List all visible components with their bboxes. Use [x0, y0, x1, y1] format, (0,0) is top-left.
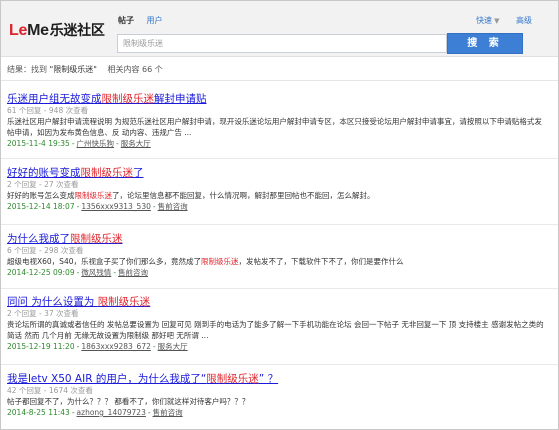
result-author-link[interactable]: 1356xxx9313_530	[81, 202, 151, 211]
quick-search-link[interactable]: 快速 ▼	[462, 16, 499, 25]
result-forum-link[interactable]: 服务大厅	[121, 139, 151, 148]
result-snippet: 好好的账号怎么变成限制级乐迷了，论坛里信息都不能回复，什么情况啊，解封那里回帖也…	[7, 191, 375, 200]
result-stats: 2 个回复 - 27 次查看	[7, 180, 79, 189]
result-author-link[interactable]: azhong_14079723	[77, 408, 146, 417]
result-title-link[interactable]: 乐迷用户组无故变成限制级乐迷解封申请贴	[7, 93, 547, 106]
result-snippet: 乐迷社区用户解封申请流程说明 为规范乐迷社区用户解封申请，现开设乐迷论坛用户解封…	[7, 117, 542, 137]
tab-posts[interactable]: 帖子	[118, 16, 134, 25]
result-meta: 2015-11-4 19:35- 广州快乐狗 - 服务大厅	[7, 139, 151, 148]
summary-count: 相关内容 66 个	[107, 65, 163, 74]
result-forum-link[interactable]: 售前咨询	[118, 268, 148, 277]
search-tabs: 帖子 用户	[118, 15, 173, 26]
result-stats: 42 个回复 - 1674 次查看	[7, 386, 93, 395]
result-meta: 2015-12-19 11:20-1863xxx9283_672- 服务大厅	[7, 342, 188, 351]
result-date: 2014-8-25 11:43	[7, 408, 70, 417]
result-date: 2014-12-25 09:09	[7, 268, 75, 277]
result-forum-link[interactable]: 服务大厅	[158, 342, 188, 351]
result-item: 同问 为什么设置为 限制级乐迷 2 个回复 - 37 次查看 贵论坛所谓的真诚或…	[7, 296, 547, 352]
site-logo[interactable]: LeMe乐迷社区	[9, 21, 105, 40]
divider	[1, 80, 558, 81]
result-stats: 61 个回复 - 948 次查看	[7, 106, 89, 115]
logo-me: Me	[27, 22, 49, 39]
result-meta: 2014-8-25 11:43- azhong_14079723- 售前咨询	[7, 408, 183, 417]
summary-prefix: 结果：找到	[7, 65, 47, 74]
result-forum-link[interactable]: 售前咨询	[158, 202, 188, 211]
result-snippet: 帖子都回复不了，为什么？？？ 都看不了，你们就这样对待客户吗？？？	[7, 397, 250, 406]
result-date: 2015-12-19 11:20	[7, 342, 75, 351]
result-title-link[interactable]: 我是letv X50 AIR 的用户，为什么我成了“限制级乐迷” ？	[7, 373, 547, 386]
result-stats: 2 个回复 - 37 次查看	[7, 309, 79, 318]
divider	[1, 224, 558, 225]
result-snippet: 贵论坛所谓的真诚或者信任的 发帖总要设置为 回复可见 刚到手的电话为了能多了解一…	[7, 320, 544, 340]
divider	[1, 158, 558, 159]
result-item: 好好的账号变成限制级乐迷了 2 个回复 - 27 次查看 好好的账号怎么变成限制…	[7, 167, 547, 212]
result-title-link[interactable]: 好好的账号变成限制级乐迷了	[7, 167, 547, 180]
result-author-link[interactable]: 1863xxx9283_672	[81, 342, 151, 351]
result-stats: 6 个回复 - 298 次查看	[7, 246, 84, 255]
search-box	[117, 34, 447, 53]
search-mode-links: 快速 ▼ 高级	[448, 15, 532, 26]
divider	[1, 288, 558, 289]
tab-users[interactable]: 用户	[147, 16, 163, 25]
result-item: 为什么我成了限制级乐迷 6 个回复 - 298 次查看 超级电视X60，S40，…	[7, 233, 547, 278]
divider	[1, 364, 558, 365]
result-meta: 2014-12-25 09:09- 微风残情 - 售前咨询	[7, 268, 149, 277]
result-title-link[interactable]: 为什么我成了限制级乐迷	[7, 233, 547, 246]
logo-le: Le	[9, 22, 28, 39]
result-date: 2015-12-14 18:07	[7, 202, 75, 211]
result-author-link[interactable]: 广州快乐狗	[77, 139, 115, 148]
quick-search-label: 快速	[476, 16, 493, 25]
search-button[interactable]: 搜 索	[447, 33, 523, 54]
logo-cn: 乐迷社区	[49, 22, 105, 38]
search-input[interactable]	[118, 35, 446, 52]
result-meta: 2015-12-14 18:07-1356xxx9313_530- 售前咨询	[7, 202, 188, 211]
advanced-search-link[interactable]: 高级	[516, 16, 532, 25]
summary-keyword: "限制级乐迷"	[49, 65, 97, 74]
chevron-down-icon: ▼	[494, 17, 500, 25]
result-title-link[interactable]: 同问 为什么设置为 限制级乐迷	[7, 296, 547, 309]
result-item: 我是letv X50 AIR 的用户，为什么我成了“限制级乐迷” ？ 42 个回…	[7, 373, 547, 418]
result-author-link[interactable]: 微风残情	[81, 268, 111, 277]
result-item: 乐迷用户组无故变成限制级乐迷解封申请贴 61 个回复 - 948 次查看 乐迷社…	[7, 93, 547, 149]
header: LeMe乐迷社区 帖子 用户 快速▼ 高级 搜 索	[1, 1, 558, 57]
result-forum-link[interactable]: 售前咨询	[153, 408, 183, 417]
result-summary: 结果：找到 "限制级乐迷" 相关内容 66 个	[7, 64, 163, 75]
result-date: 2015-11-4 19:35	[7, 139, 70, 148]
result-snippet: 超级电视X60，S40，乐视盒子买了你们那么多，竟然成了限制级乐迷，发帖发不了，…	[7, 257, 404, 266]
